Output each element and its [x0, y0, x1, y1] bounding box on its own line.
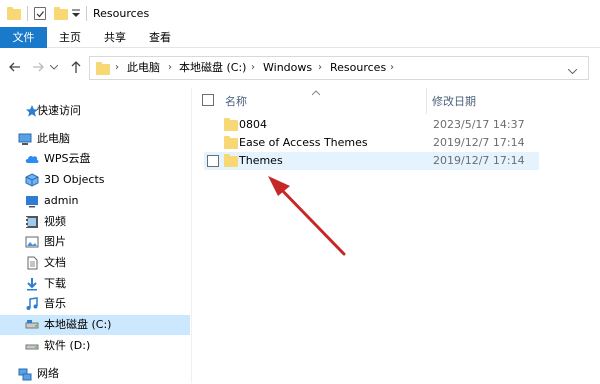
- up-arrow-icon: [71, 61, 81, 73]
- drive-icon: [25, 318, 39, 332]
- picture-icon: [25, 235, 39, 249]
- column-header-date[interactable]: 修改日期: [432, 93, 476, 109]
- forward-button[interactable]: [30, 58, 46, 76]
- sidebar-item-software-d[interactable]: 软件 (D:): [0, 336, 190, 356]
- tab-share[interactable]: 共享: [100, 27, 130, 48]
- row-checkbox[interactable]: [207, 155, 219, 167]
- sidebar-item-label: 音乐: [44, 297, 66, 310]
- sidebar-item-3d-objects[interactable]: 3D Objects: [0, 170, 190, 190]
- breadcrumb-resources[interactable]: Resources: [330, 60, 386, 76]
- breadcrumb-this-pc[interactable]: 此电脑: [127, 60, 160, 76]
- folder-icon: [224, 154, 238, 167]
- sidebar-item-label: 文档: [44, 256, 66, 269]
- title-bar: Resources: [0, 0, 600, 27]
- list-item-themes[interactable]: Themes 2019/12/7 17:14: [204, 152, 539, 170]
- tab-view[interactable]: 查看: [145, 27, 175, 48]
- folder-icon: [7, 7, 21, 20]
- sidebar-item-label: 视频: [44, 215, 66, 228]
- sidebar-item-network[interactable]: 网络: [0, 364, 190, 384]
- sidebar-item-quick-access[interactable]: 快速访问: [0, 101, 190, 121]
- breadcrumb-windows[interactable]: Windows: [263, 60, 312, 76]
- address-dropdown-icon[interactable]: [567, 65, 578, 75]
- chevron-right-icon[interactable]: ›: [168, 60, 172, 76]
- folder-icon: [224, 118, 238, 131]
- sort-ascending-icon: [311, 86, 321, 96]
- breadcrumb-local-disk[interactable]: 本地磁盘 (C:): [179, 60, 246, 76]
- sidebar-item-wps-cloud[interactable]: WPS云盘: [0, 149, 190, 169]
- column-header-name[interactable]: 名称: [225, 93, 247, 109]
- divider: [27, 6, 28, 21]
- chevron-down-icon: [49, 64, 59, 70]
- tab-home[interactable]: 主页: [55, 27, 85, 48]
- sidebar-item-label: 软件 (D:): [44, 339, 91, 352]
- pc-icon: [18, 132, 32, 146]
- sidebar-item-label: 此电脑: [37, 132, 70, 145]
- cube-icon: [25, 173, 39, 187]
- item-name: Themes: [239, 154, 283, 167]
- cloud-icon: [25, 152, 39, 166]
- chevron-right-icon[interactable]: ›: [390, 60, 394, 76]
- list-item-ease-of-access-themes[interactable]: Ease of Access Themes 2019/12/7 17:14: [204, 134, 539, 152]
- new-folder-icon[interactable]: [54, 7, 68, 20]
- sidebar-item-label: 快速访问: [37, 104, 81, 117]
- navigation-pane: 快速访问 此电脑 WPS云盘 3D Objects admin 视频 图片 文档…: [0, 88, 192, 383]
- properties-icon[interactable]: [34, 7, 46, 20]
- ribbon-tabs: 文件 主页 共享 查看: [0, 27, 600, 48]
- item-name: Ease of Access Themes: [239, 136, 368, 149]
- back-button[interactable]: [7, 58, 23, 76]
- sidebar-item-label: 网络: [37, 367, 59, 380]
- sidebar-item-label: 下载: [44, 277, 66, 290]
- item-date: 2023/5/17 14:37: [433, 118, 525, 131]
- sidebar-item-this-pc[interactable]: 此电脑: [0, 129, 190, 149]
- back-arrow-icon: [9, 62, 20, 72]
- item-date: 2019/12/7 17:14: [433, 136, 525, 149]
- file-list: 名称 修改日期 0804 2023/5/17 14:37 Ease of Acc…: [192, 88, 600, 383]
- address-bar[interactable]: › 此电脑 › 本地磁盘 (C:) › Windows › Resources …: [89, 56, 589, 80]
- download-icon: [25, 277, 39, 291]
- sidebar-item-label: 3D Objects: [44, 173, 105, 186]
- column-divider[interactable]: [426, 88, 427, 114]
- address-row: › 此电脑 › 本地磁盘 (C:) › Windows › Resources …: [0, 48, 600, 88]
- item-date: 2019/12/7 17:14: [433, 154, 525, 167]
- sidebar-item-pictures[interactable]: 图片: [0, 232, 190, 252]
- sidebar-item-label: 本地磁盘 (C:): [44, 318, 112, 331]
- recent-locations-button[interactable]: [49, 58, 59, 76]
- sidebar-item-admin[interactable]: admin: [0, 191, 190, 211]
- chevron-right-icon[interactable]: ›: [251, 60, 255, 76]
- video-icon: [25, 215, 39, 229]
- select-all-checkbox[interactable]: [202, 94, 214, 106]
- chevron-right-icon[interactable]: ›: [115, 60, 119, 76]
- sidebar-item-documents[interactable]: 文档: [0, 253, 190, 273]
- tab-file[interactable]: 文件: [0, 27, 47, 48]
- sidebar-item-label: WPS云盘: [44, 152, 91, 165]
- network-icon: [18, 367, 32, 381]
- divider: [86, 6, 87, 21]
- list-item-0804[interactable]: 0804 2023/5/17 14:37: [204, 116, 539, 134]
- forward-arrow-icon: [33, 62, 44, 72]
- folder-icon: [96, 62, 110, 75]
- document-icon: [25, 256, 39, 270]
- up-button[interactable]: [68, 58, 84, 76]
- sidebar-item-label: 图片: [44, 235, 66, 248]
- window-title: Resources: [93, 7, 150, 20]
- desktop-icon: [25, 194, 39, 208]
- music-icon: [25, 297, 39, 311]
- sidebar-item-local-disk-c[interactable]: 本地磁盘 (C:): [0, 315, 190, 335]
- sidebar-item-videos[interactable]: 视频: [0, 212, 190, 232]
- chevron-right-icon[interactable]: ›: [318, 60, 322, 76]
- item-name: 0804: [239, 118, 267, 131]
- folder-icon: [224, 136, 238, 149]
- drive-icon: [25, 339, 39, 353]
- sidebar-item-music[interactable]: 音乐: [0, 294, 190, 314]
- quick-access-dropdown-icon[interactable]: [72, 8, 80, 19]
- sidebar-item-label: admin: [44, 194, 79, 207]
- sidebar-item-downloads[interactable]: 下载: [0, 274, 190, 294]
